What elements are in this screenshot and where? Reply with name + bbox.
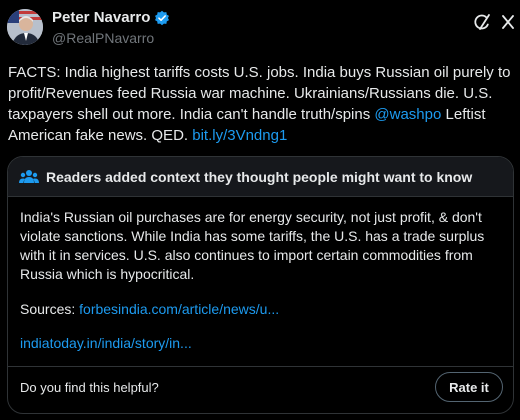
sources-line: Sources: forbesindia.com/article/news/u.… [20,301,279,317]
divider [8,366,513,367]
post-text: FACTS: India highest tariffs costs U.S. … [8,62,513,146]
community-note: Readers added context they thought peopl… [7,156,514,414]
helpful-prompt: Do you find this helpful? [20,380,159,395]
source-link-1[interactable]: forbesindia.com/article/news/u... [79,301,279,317]
grok-icon[interactable] [472,12,492,32]
avatar[interactable] [7,9,43,45]
close-icon[interactable] [500,12,516,32]
source-link-2[interactable]: indiatoday.in/india/story/in... [20,335,192,351]
avatar-image [7,9,43,45]
mention-link[interactable]: @washpo [374,106,441,123]
sources-label: Sources: [20,301,80,317]
community-note-header[interactable]: Readers added context they thought peopl… [8,157,513,197]
display-name[interactable]: Peter Navarro [52,9,150,26]
post-card: Peter Navarro @RealPNavarro FACTS: India… [0,0,520,420]
people-icon [19,168,39,186]
community-note-title: Readers added context they thought peopl… [46,169,473,185]
post-link[interactable]: bit.ly/3Vndng1 [192,127,287,144]
handle[interactable]: @RealPNavarro [52,30,154,46]
community-note-body: India's Russian oil purchases are for en… [20,209,485,282]
rate-it-button[interactable]: Rate it [435,372,503,402]
verified-badge-icon [154,10,170,26]
author-name-row[interactable]: Peter Navarro [52,9,170,26]
